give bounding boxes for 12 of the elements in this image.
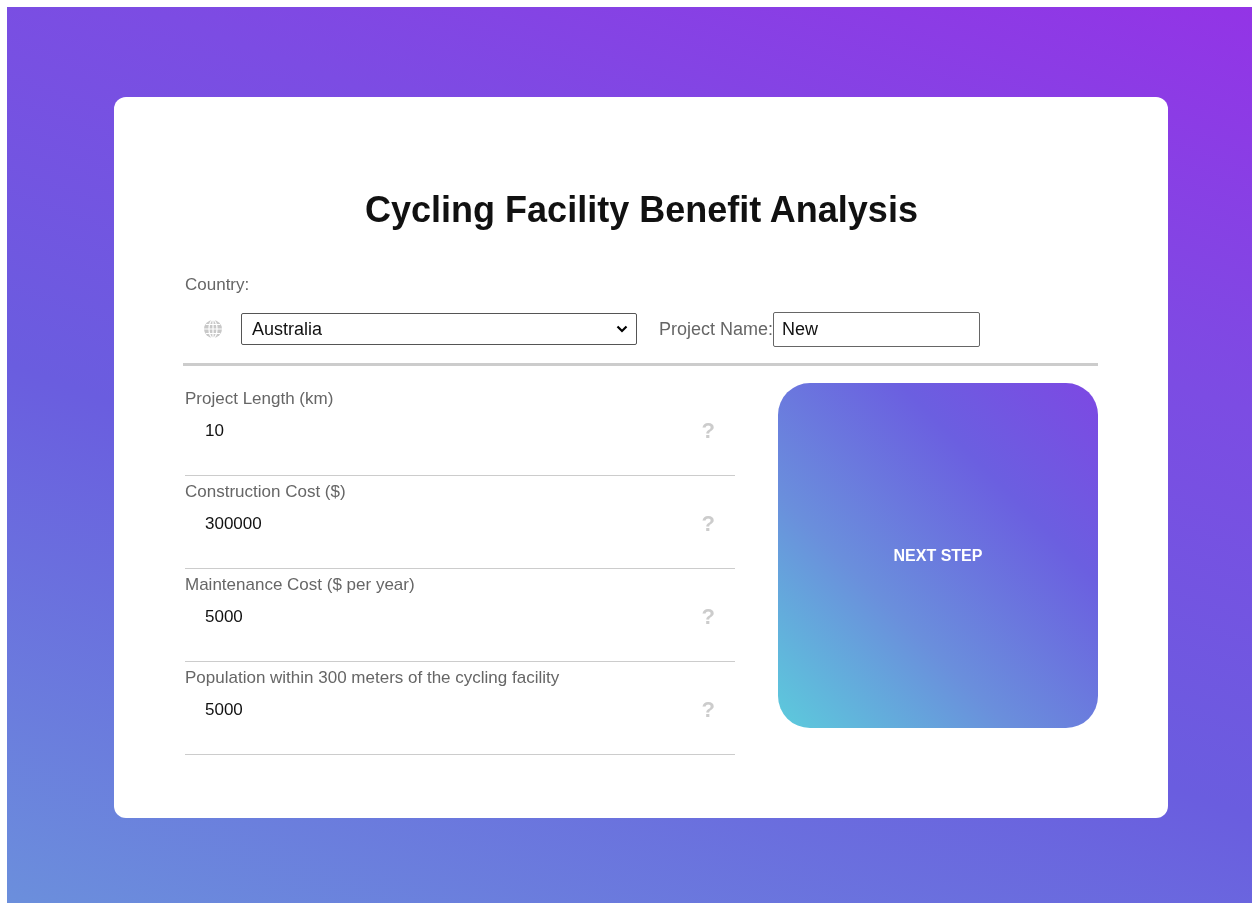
globe-icon [203,319,223,339]
country-dropdown[interactable]: Australia [241,313,637,345]
field-label: Population within 300 meters of the cycling facility [185,667,561,689]
country-label: Country: [185,275,251,295]
field-label: Project Length (km) [185,388,335,410]
field-label: Construction Cost ($) [185,481,347,503]
page-title: Cycling Facility Benefit Analysis [364,188,919,232]
field-label: Maintenance Cost ($ per year) [185,574,416,596]
next-step-button[interactable]: NEXT STEP [778,383,1098,728]
project-name-label: Project Name: [659,318,774,340]
chevron-down-icon [616,325,628,333]
project-name-field[interactable]: New [773,311,981,347]
